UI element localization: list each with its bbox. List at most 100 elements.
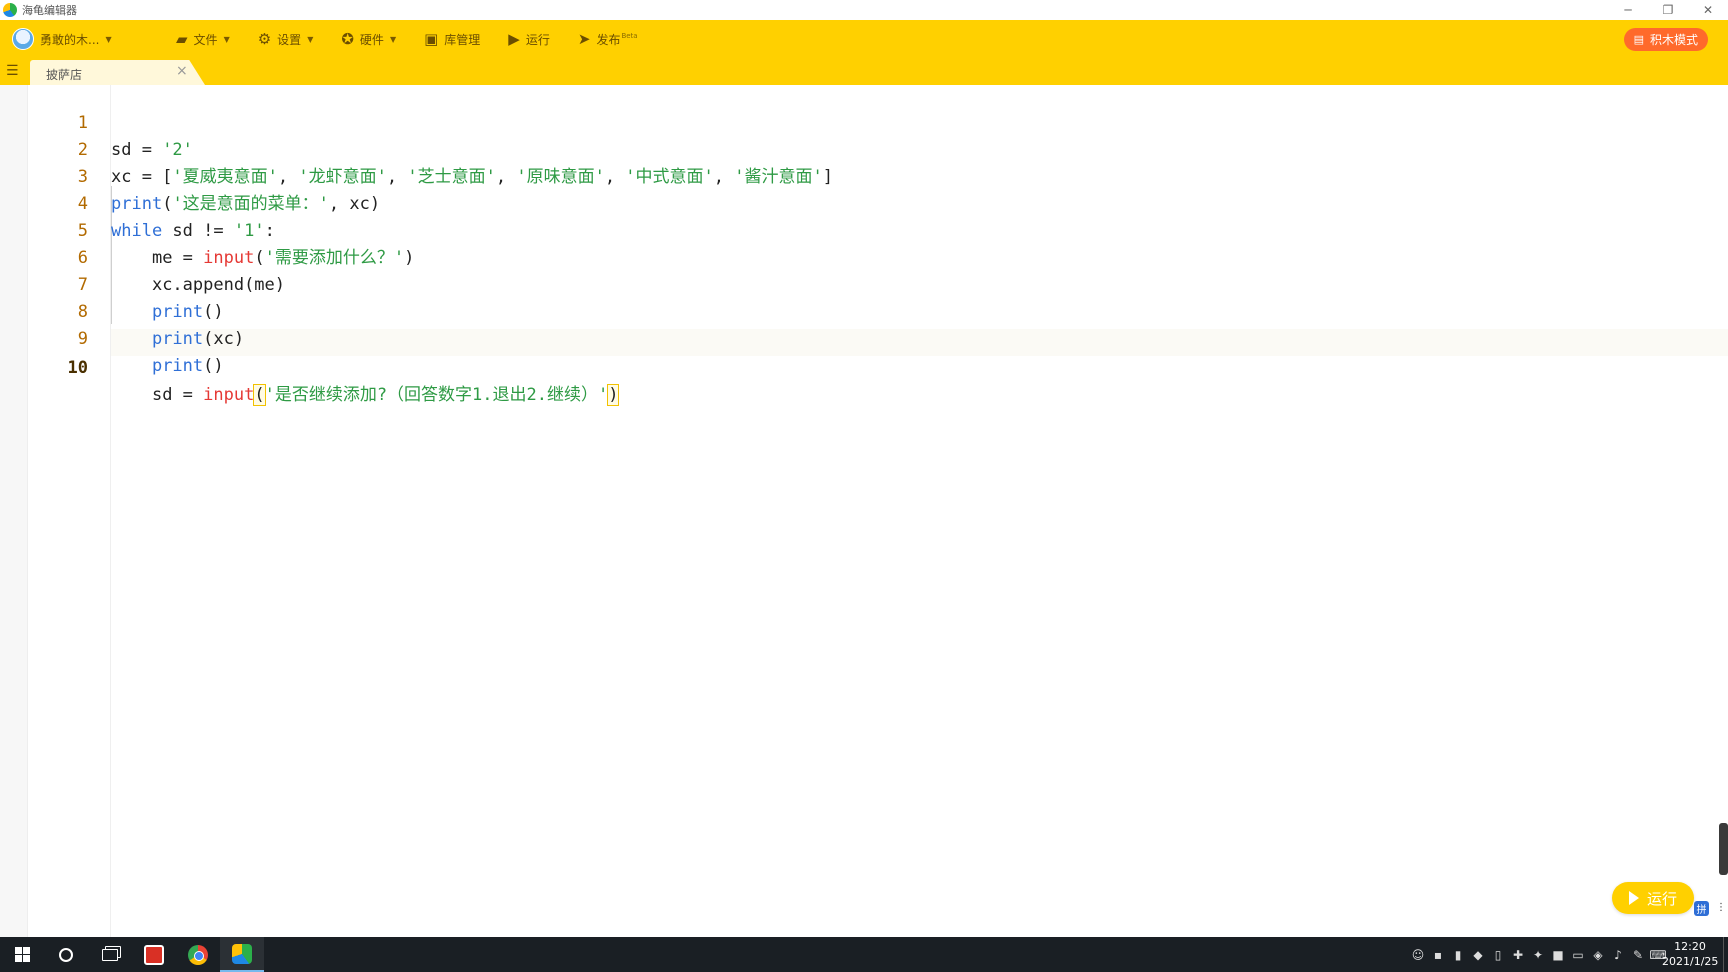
app-icon — [144, 944, 164, 965]
tab-pizza-shop[interactable]: 披萨店 × — [30, 60, 205, 85]
user-menu[interactable]: 勇敢的木... ▼ — [12, 28, 162, 50]
search-button[interactable] — [44, 937, 88, 972]
clock-date: 2021/1/25 — [1662, 955, 1719, 968]
taskbar-chrome[interactable] — [176, 937, 220, 972]
chevron-down-icon: ▼ — [389, 34, 397, 44]
taskbar-app-red[interactable] — [132, 937, 176, 972]
main-toolbar: 勇敢的木... ▼ ▰ 文件 ▼ ⚙ 设置 ▼ ✪ 硬件 ▼ ▣ 库管理 ▶ 运… — [0, 20, 1728, 58]
input-method-icon[interactable]: 拼 — [1694, 901, 1709, 916]
restore-button[interactable]: ❐ — [1648, 0, 1688, 20]
user-name: 勇敢的木... — [40, 32, 100, 47]
matched-paren: ) — [607, 384, 620, 406]
clock[interactable]: 12:20 2021/1/25 — [1662, 939, 1718, 969]
code-line[interactable]: 3 print('这是意面的菜单：', xc) — [0, 137, 1728, 214]
library-button[interactable]: ▣ 库管理 — [424, 31, 480, 48]
hardware-menu-label: 硬件 — [359, 32, 384, 47]
show-desktop-button[interactable] — [1723, 937, 1728, 972]
task-view-icon — [102, 948, 118, 961]
avatar — [12, 28, 34, 50]
hardware-menu[interactable]: ✪ 硬件 ▼ — [341, 31, 396, 48]
code-token: sd = — [151, 385, 204, 405]
code-line[interactable]: 5 me = input('需要添加什么？') — [0, 191, 1728, 268]
scrollbar-handle[interactable] — [1719, 823, 1728, 875]
people-icon[interactable]: ☺ — [1408, 937, 1428, 972]
builtin-token: print — [151, 356, 204, 376]
run-button-label: 运行 — [525, 32, 550, 47]
string-token: '是否继续添加?（回答数字1.退出2.继续）' — [264, 385, 609, 405]
pen-icon[interactable]: ✎ — [1628, 937, 1648, 972]
chevron-down-icon: ▼ — [223, 34, 230, 44]
chrome-icon — [188, 944, 208, 965]
turtle-app-icon — [232, 943, 252, 964]
line-number: 10 — [67, 358, 88, 378]
usb-icon[interactable]: ▯ — [1488, 937, 1508, 972]
inbox-icon: ▣ — [424, 29, 439, 48]
file-menu[interactable]: ▰ 文件 ▼ — [176, 31, 230, 48]
play-icon — [1628, 891, 1639, 905]
code-line-active[interactable]: 10 sd = input('是否继续添加?（回答数字1.退出2.继续）') — [0, 328, 1728, 406]
chevron-down-icon: ▼ — [105, 34, 112, 44]
tray-app-icon[interactable]: ▪ — [1428, 937, 1448, 972]
blocks-icon: ▤ — [1633, 33, 1644, 46]
minimize-button[interactable]: ─ — [1608, 0, 1648, 20]
floating-run-button[interactable]: 运行 — [1612, 882, 1694, 914]
security-icon[interactable]: ◈ — [1588, 937, 1608, 972]
taskbar-turtle-editor[interactable] — [220, 937, 264, 972]
chevron-down-icon: ▼ — [307, 34, 314, 44]
window-title: 海龟编辑器 — [22, 4, 77, 17]
turtle-app-icon — [3, 3, 17, 17]
title-bar: 海龟编辑器 ─ ❐ ✕ — [0, 0, 1728, 20]
start-button[interactable] — [0, 937, 44, 972]
line-code: print() — [111, 353, 224, 380]
tray-app-icon[interactable]: ■ — [1548, 937, 1568, 972]
paper-plane-icon: ➤ — [577, 29, 591, 48]
publish-button-label: 发布 — [596, 32, 621, 47]
tab-close-icon[interactable]: × — [176, 63, 188, 79]
library-button-label: 库管理 — [444, 32, 481, 47]
code-token: () — [203, 356, 224, 376]
tab-bar: ☰ 披萨店 × — [0, 58, 1728, 85]
system-tray: ☺ ▪ ▮ ◆ ▯ ✚ ✦ ■ ▭ ◈ ♪ ✎ ⌨ — [1408, 937, 1668, 972]
code-line[interactable]: 4 while sd != '1': — [0, 164, 1728, 241]
network-icon[interactable]: ✚ — [1508, 937, 1528, 972]
search-circle-icon — [59, 947, 73, 962]
gear-icon: ⚙ — [257, 29, 272, 48]
window-controls: ─ ❐ ✕ — [1608, 0, 1728, 20]
tray-app-icon[interactable]: ▮ — [1448, 937, 1468, 972]
publish-button[interactable]: ➤ 发布 Beta — [578, 31, 638, 48]
file-menu-label: 文件 — [193, 32, 218, 47]
tray-app-icon[interactable]: ✦ — [1528, 937, 1548, 972]
code-line[interactable]: 6 xc.append(me) — [0, 218, 1728, 295]
clock-time: 12:20 — [1674, 940, 1706, 953]
block-mode-label: 积木模式 — [1649, 33, 1698, 47]
shield-icon[interactable]: ◆ — [1468, 937, 1488, 972]
block-mode-button[interactable]: ▤ 积木模式 — [1623, 28, 1708, 51]
folder-icon: ▰ — [176, 29, 188, 48]
task-view-button[interactable] — [88, 937, 132, 972]
hamburger-menu-icon[interactable]: ☰ — [6, 63, 22, 79]
code-line[interactable]: 8 print(xc) — [0, 272, 1728, 349]
matched-paren: ( — [253, 384, 266, 406]
run-button[interactable]: ▶ 运行 — [508, 31, 550, 48]
close-button[interactable]: ✕ — [1688, 0, 1728, 20]
monitor-icon[interactable]: ▭ — [1568, 937, 1588, 972]
code-line[interactable]: 1 sd = '2' — [0, 83, 1728, 160]
tab-label: 披萨店 — [46, 68, 83, 82]
volume-icon[interactable]: ♪ — [1608, 937, 1628, 972]
more-icon[interactable]: ⋮ — [1716, 902, 1726, 913]
settings-menu[interactable]: ⚙ 设置 ▼ — [258, 31, 314, 48]
line-code: sd = input('是否继续添加?（回答数字1.退出2.继续）') — [111, 382, 620, 409]
code-editor[interactable]: 1 sd = '2' 2 xc = ['夏威夷意面', '龙虾意面', '芝士意… — [0, 85, 1728, 937]
settings-menu-label: 设置 — [277, 32, 302, 47]
play-circle-icon: ▶ — [508, 29, 520, 48]
beta-badge: Beta — [621, 32, 638, 40]
windows-taskbar: ☺ ▪ ▮ ◆ ▯ ✚ ✦ ■ ▭ ◈ ♪ ✎ ⌨ 12:20 2021/1/2… — [0, 937, 1728, 972]
code-line[interactable]: 2 xc = ['夏威夷意面', '龙虾意面', '芝士意面', '原味意面',… — [0, 110, 1728, 187]
robot-icon: ✪ — [341, 29, 354, 48]
code-line[interactable]: 7 print() — [0, 245, 1728, 322]
code-line[interactable]: 9 print() — [0, 299, 1728, 376]
floating-run-label: 运行 — [1646, 889, 1677, 908]
builtin-token: input — [203, 385, 255, 405]
